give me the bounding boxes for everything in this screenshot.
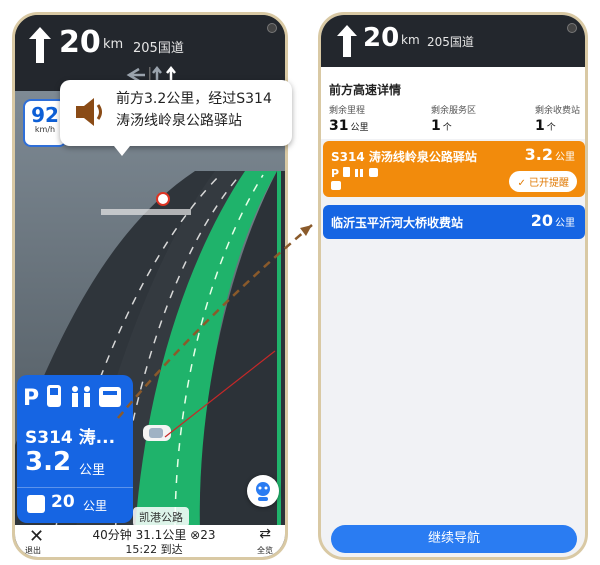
stat-label: 剩余收费站: [535, 106, 581, 116]
next-turn-unit: km: [401, 33, 420, 47]
continue-navigation-button[interactable]: 继续导航: [331, 525, 577, 553]
compass-icon[interactable]: [267, 23, 277, 33]
road-name: 205国道: [427, 35, 474, 49]
svg-text:P: P: [23, 386, 39, 411]
service-area-distance: 3.2: [25, 447, 72, 477]
turn-banner-right: 20 km 205国道: [321, 15, 585, 67]
stat-value: 1个: [535, 118, 556, 134]
reminder-toggle-button[interactable]: ✓ 已开提醒: [509, 171, 577, 192]
exit-label[interactable]: 退出: [25, 545, 41, 556]
speaker-icon: [76, 98, 102, 126]
stat-label: 剩余服务区: [431, 106, 477, 116]
service-area-distance-unit: 公里: [79, 463, 106, 478]
highway-summary-panel: 前方高速详情 剩余里程 31 公里 剩余服务区 1个 剩余收费站 1个: [321, 67, 585, 139]
close-icon[interactable]: ✕: [29, 526, 44, 547]
overview-label[interactable]: 全览: [257, 545, 273, 556]
remaining-distance-stat: 剩余里程 31 公里: [329, 103, 369, 134]
service-area-distance: 3.2 公里: [524, 145, 575, 164]
service-area-detail-card[interactable]: S314 涛汤线岭泉公路驿站 3.2 公里 P ✓ 已开提醒: [323, 141, 585, 197]
next-turn-distance: 20: [363, 23, 400, 53]
stage: 20 km 205国道 92 km/h P S314 涛... 3.2 公里 2…: [0, 0, 600, 565]
voice-prompt-text: 前方3.2公里，经过S314涛汤线岭泉公路驿站: [116, 91, 272, 129]
arrival-time: 15:22 到达: [125, 543, 183, 556]
stat-value: 31 公里: [329, 118, 369, 134]
straight-arrow-icon: [337, 25, 357, 57]
trip-info-bar: ✕ 退出 40分钟 31.1公里 ⊗23 15:22 到达 ⇄ 全览: [15, 525, 285, 557]
compass-icon[interactable]: [567, 23, 577, 33]
remaining-service-stat: 剩余服务区 1个: [431, 103, 476, 134]
toll-station-icon: [27, 495, 45, 513]
service-facility-icons: P: [23, 385, 121, 411]
toll-station-distance: 20 公里: [530, 211, 575, 230]
toll-station-detail-card[interactable]: 临沂玉平沂河大桥收费站 20 公里: [323, 205, 585, 239]
voice-assistant-button[interactable]: [247, 475, 279, 507]
toll-distance-unit: 公里: [83, 499, 108, 513]
next-turn-unit: km: [103, 37, 124, 52]
right-phone: 20 km 205国道 前方高速详情 剩余里程 31 公里 剩余服务区 1个 剩余…: [318, 12, 588, 560]
remaining-toll-stat: 剩余收费站 1个: [535, 103, 580, 134]
current-road-label: 凯港公路: [133, 507, 189, 527]
straight-arrow-icon: [29, 27, 51, 63]
assistant-icon: [256, 482, 270, 501]
toll-distance: 20: [51, 492, 75, 512]
panel-title: 前方高速详情: [329, 83, 402, 97]
service-facility-icons: P: [331, 167, 378, 190]
stat-label: 剩余里程: [329, 106, 366, 116]
stat-value: 1个: [431, 118, 452, 134]
service-area-name: S314 涛汤线岭泉公路驿站: [331, 150, 477, 164]
voice-prompt-bubble: 前方3.2公里，经过S314涛汤线岭泉公路驿站: [60, 80, 292, 156]
next-turn-distance: 20: [59, 25, 101, 60]
road-name: 205国道: [133, 41, 184, 56]
service-area-name: S314 涛...: [25, 428, 116, 448]
svg-text:P: P: [331, 167, 339, 180]
toll-station-name: 临沂玉平沂河大桥收费站: [331, 216, 464, 230]
card-divider: [17, 487, 133, 488]
service-area-card[interactable]: P S314 涛... 3.2 公里 20 公里: [17, 375, 133, 523]
overview-icon[interactable]: ⇄: [259, 526, 271, 542]
